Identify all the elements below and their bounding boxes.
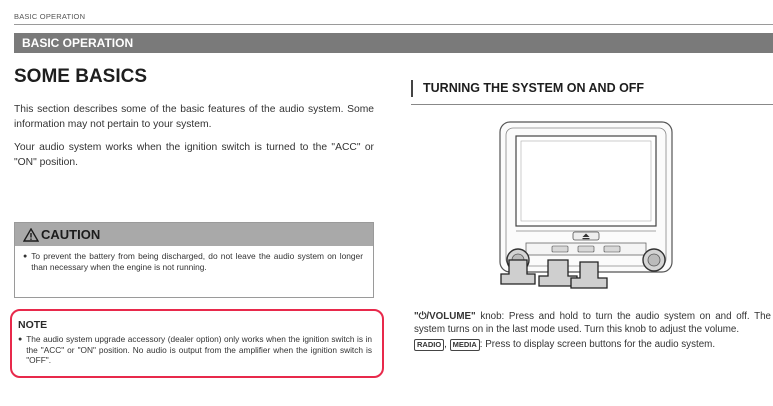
- power-volume-knob-label: "⏻/VOLUME": [414, 311, 476, 322]
- bullet-icon: ●: [23, 253, 28, 260]
- note-title: NOTE: [18, 319, 48, 331]
- ignition-paragraph: Your audio system works when the ignitio…: [14, 142, 374, 168]
- knob-description: "⏻/VOLUME" knob: Press and hold to turn …: [414, 310, 771, 336]
- right-column: TURNING THE SYSTEM ON AND OFF: [411, 80, 773, 105]
- radio-button-badge: RADIO: [414, 339, 445, 351]
- buttons-description: RADIO, MEDIA: Press to display screen bu…: [414, 338, 771, 351]
- media-button-badge: MEDIA: [449, 339, 480, 351]
- header-rule: [14, 24, 773, 25]
- left-column: SOME BASICS This section describes some …: [14, 66, 374, 178]
- heading-rule: [411, 104, 773, 105]
- caution-box: CAUTION ● To prevent the battery from be…: [14, 222, 374, 298]
- page-title: SOME BASICS: [14, 66, 148, 87]
- intro-paragraph: This section describes some of the basic…: [14, 104, 374, 130]
- bullet-icon: ●: [18, 336, 23, 343]
- audio-unit-illustration: [499, 121, 673, 289]
- caution-title: CAUTION: [41, 227, 101, 242]
- caution-text: To prevent the battery from being discha…: [31, 251, 363, 272]
- running-head: BASIC OPERATION: [14, 12, 86, 21]
- note-box: NOTE ● The audio system upgrade accessor…: [10, 309, 384, 378]
- section-heading: TURNING THE SYSTEM ON AND OFF: [411, 80, 773, 97]
- section-bar: BASIC OPERATION: [14, 33, 773, 53]
- buttons-text: : Press to display screen buttons for th…: [479, 339, 716, 350]
- note-text-row: ● The audio system upgrade accessory (de…: [18, 334, 372, 366]
- note-text: The audio system upgrade accessory (deal…: [26, 334, 372, 365]
- description-block: "⏻/VOLUME" knob: Press and hold to turn …: [414, 310, 771, 353]
- warning-triangle-icon: [23, 227, 39, 242]
- caution-header: CAUTION: [15, 223, 373, 246]
- caution-text-row: ● To prevent the battery from being disc…: [15, 246, 373, 273]
